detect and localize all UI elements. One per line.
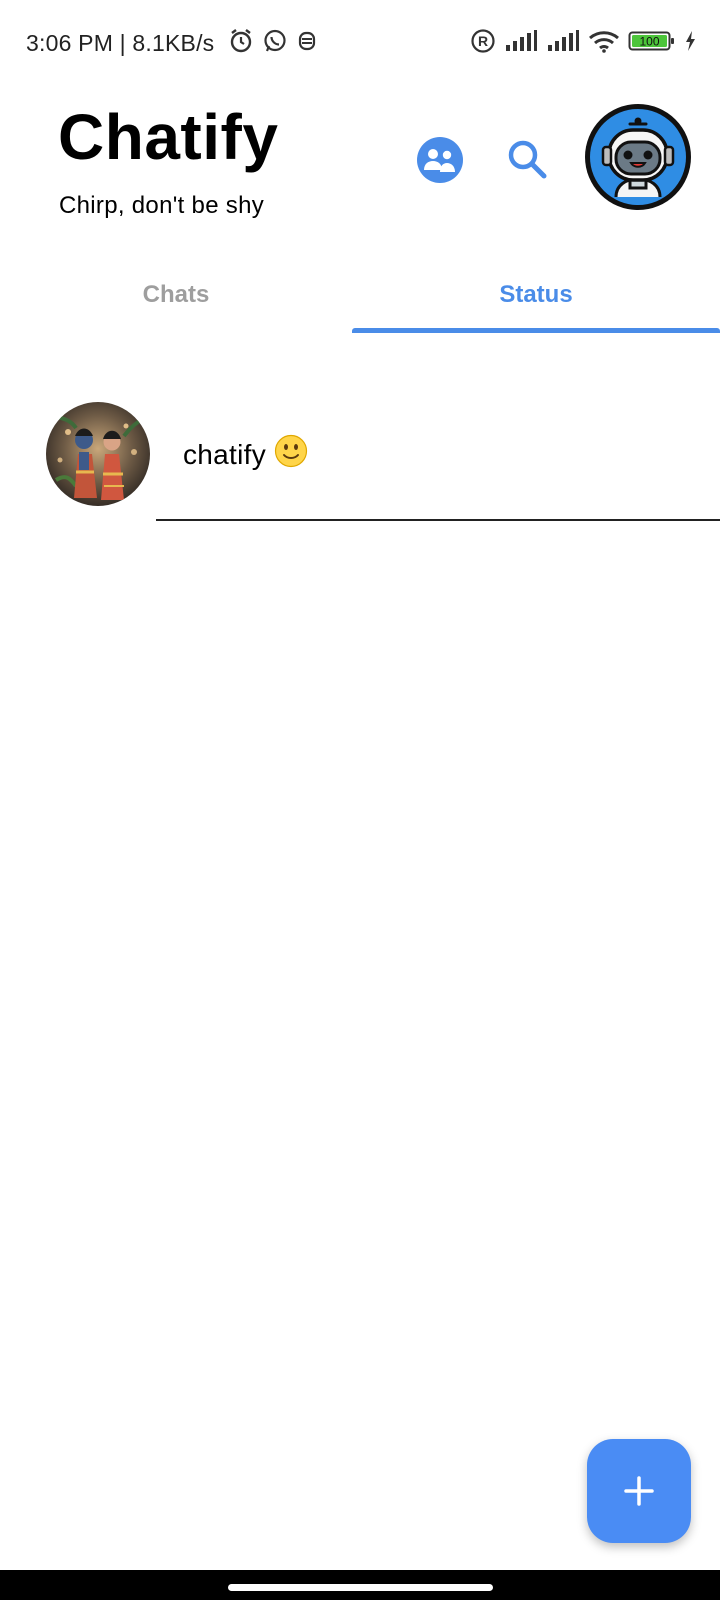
plus-icon <box>623 1475 655 1507</box>
people-button[interactable] <box>414 134 466 186</box>
home-gesture-handle[interactable] <box>228 1584 493 1591</box>
registered-icon: R <box>470 28 496 54</box>
status-name-wrap: chatify <box>183 434 308 475</box>
status-avatar <box>46 402 150 506</box>
robot-avatar-icon <box>585 104 691 210</box>
status-name: chatify <box>183 438 267 470</box>
add-status-button[interactable] <box>587 1439 691 1543</box>
profile-avatar[interactable] <box>583 102 693 212</box>
status-left-icons <box>228 28 318 54</box>
list-divider <box>156 519 720 521</box>
search-button[interactable] <box>500 132 554 186</box>
charging-icon <box>684 30 696 52</box>
smile-emoji-icon <box>274 434 308 475</box>
list-item[interactable]: chatify <box>0 392 720 522</box>
status-right-icons: R 100 <box>470 28 696 54</box>
svg-text:R: R <box>478 33 488 49</box>
search-icon <box>504 136 550 182</box>
whatsapp-icon <box>262 28 288 54</box>
alarm-icon <box>228 28 254 54</box>
battery-icon: 100 <box>628 29 676 53</box>
status-time: 3:06 PM | 8.1KB/s <box>26 30 215 56</box>
wifi-icon <box>588 29 620 53</box>
signal-icon <box>504 29 538 53</box>
app-title: Chatify <box>58 101 279 173</box>
status-bar: 3:06 PM | 8.1KB/s R 100 <box>0 0 720 86</box>
tab-status[interactable]: Status <box>360 258 712 332</box>
people-icon <box>416 136 464 184</box>
tab-indicator <box>352 328 720 333</box>
app-subtitle: Chirp, don't be shy <box>59 192 265 219</box>
tab-bar: Chats Status <box>0 258 720 338</box>
battery-level: 100 <box>639 35 659 49</box>
signal-icon <box>546 29 580 53</box>
tab-chats[interactable]: Chats <box>0 258 352 332</box>
notification-icon <box>296 28 318 54</box>
navigation-bar <box>0 1570 720 1600</box>
